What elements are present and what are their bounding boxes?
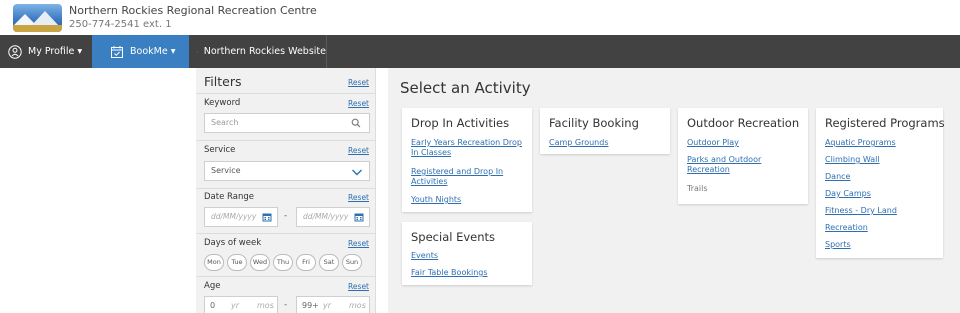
divider <box>196 93 376 94</box>
age-max-months-unit: mos <box>349 301 366 310</box>
calendar-icon[interactable] <box>354 212 364 222</box>
reset-date-range-link[interactable]: Reset <box>348 193 369 202</box>
day-toggle-sat[interactable]: Sat <box>319 254 339 271</box>
age-max-years-unit: yr <box>323 301 332 310</box>
activity-selection-area: Select an Activity Drop In Activities Ea… <box>388 68 960 313</box>
activity-link[interactable]: Events <box>411 251 438 261</box>
age-separator: - <box>284 300 288 310</box>
site-header: Northern Rockies Regional Recreation Cen… <box>0 0 960 35</box>
divider <box>196 233 376 234</box>
card-outdoor-recreation: Outdoor Recreation Outdoor Play Parks an… <box>678 108 808 204</box>
filters-title: Filters <box>204 74 242 89</box>
date-from-placeholder: dd/MM/yyyy <box>211 212 257 221</box>
activity-link[interactable]: Outdoor Play <box>687 138 739 148</box>
reset-all-link[interactable]: Reset <box>348 78 369 87</box>
activity-link[interactable]: Fitness - Dry Land <box>825 206 897 216</box>
card-title: Registered Programs <box>825 116 945 130</box>
date-to-input[interactable]: dd/MM/yyyy <box>296 207 370 227</box>
card-special-events: Special Events Events Fair Table Booking… <box>402 222 532 285</box>
keyword-label: Keyword <box>204 98 241 108</box>
activity-link[interactable]: Recreation <box>825 223 868 233</box>
page-title: Select an Activity <box>400 79 531 97</box>
divider <box>196 276 376 277</box>
activity-link[interactable]: Parks and Outdoor Recreation <box>687 155 777 175</box>
activity-link[interactable]: Early Years Recreation Drop In Classes <box>411 138 523 158</box>
divider <box>196 188 376 189</box>
reset-keyword-link[interactable]: Reset <box>348 99 369 108</box>
age-min-years-unit: yr <box>231 301 240 310</box>
date-range-label: Date Range <box>204 192 254 202</box>
person-icon <box>8 44 22 59</box>
date-from-input[interactable]: dd/MM/yyyy <box>204 207 278 227</box>
calendar-check-icon <box>111 45 123 58</box>
chevron-down-icon <box>352 169 362 176</box>
activity-link[interactable]: Dance <box>825 172 850 182</box>
card-title: Special Events <box>411 230 496 244</box>
card-title: Outdoor Recreation <box>687 116 800 130</box>
bookme-menu[interactable]: BookMe ▾ <box>92 35 189 68</box>
card-registered-programs: Registered Programs Aquatic Programs Cli… <box>816 108 945 258</box>
activity-link[interactable]: Sports <box>825 240 851 250</box>
card-drop-in-activities: Drop In Activities Early Years Recreatio… <box>402 108 532 212</box>
activity-link[interactable]: Day Camps <box>825 189 871 199</box>
day-toggle-thu[interactable]: Thu <box>273 254 293 271</box>
service-label: Service <box>204 145 236 155</box>
date-separator: - <box>284 211 288 221</box>
day-toggle-mon[interactable]: Mon <box>204 254 224 271</box>
globe-icon <box>197 51 198 52</box>
age-max-input[interactable]: 99+ yr mos <box>296 296 370 313</box>
card-title: Drop In Activities <box>411 116 510 130</box>
northern-rockies-logo[interactable] <box>13 4 62 32</box>
activity-link[interactable]: Registered and Drop In Activities <box>411 167 523 187</box>
activity-link[interactable]: Camp Grounds <box>549 138 609 148</box>
date-to-placeholder: dd/MM/yyyy <box>303 212 349 221</box>
days-of-week-label: Days of week <box>204 238 262 248</box>
service-select[interactable]: Service <box>204 161 370 181</box>
filters-panel: Filters Reset Keyword Reset Search Servi… <box>196 68 376 313</box>
day-toggle-tue[interactable]: Tue <box>227 254 247 271</box>
calendar-icon[interactable] <box>262 212 272 222</box>
age-min-months-unit: mos <box>257 301 274 310</box>
age-min-input[interactable]: 0 yr mos <box>204 296 278 313</box>
website-label: Northern Rockies Website <box>203 46 326 57</box>
search-placeholder: Search <box>211 118 239 127</box>
day-toggle-sun[interactable]: Sun <box>342 254 362 271</box>
activity-link[interactable]: Youth Nights <box>411 195 461 205</box>
day-toggle-wed[interactable]: Wed <box>250 254 270 271</box>
age-label: Age <box>204 281 221 291</box>
service-selected-value: Service <box>211 166 241 175</box>
my-profile-menu[interactable]: My Profile ▾ <box>0 35 92 68</box>
bookme-label: BookMe ▾ <box>130 46 176 57</box>
my-profile-label: My Profile ▾ <box>28 46 83 57</box>
activity-link[interactable]: Fair Table Bookings <box>411 268 488 278</box>
keyword-search-input[interactable]: Search <box>204 113 370 133</box>
search-icon[interactable] <box>351 118 361 128</box>
site-name: Northern Rockies Regional Recreation Cen… <box>69 4 317 17</box>
card-title: Facility Booking <box>549 116 639 130</box>
activity-item-text: Trails <box>687 184 708 193</box>
card-facility-booking: Facility Booking Camp Grounds <box>540 108 670 154</box>
northern-rockies-website-link[interactable]: Northern Rockies Website <box>189 35 327 68</box>
day-toggle-fri[interactable]: Fri <box>296 254 316 271</box>
age-min-years: 0 <box>210 301 216 310</box>
activity-link[interactable]: Climbing Wall <box>825 155 880 165</box>
activity-link[interactable]: Aquatic Programs <box>825 138 896 148</box>
reset-days-link[interactable]: Reset <box>348 239 369 248</box>
reset-age-link[interactable]: Reset <box>348 282 369 291</box>
age-max-years: 99+ <box>302 301 319 310</box>
main-navbar: My Profile ▾ BookMe ▾ Northern Rockies W… <box>0 35 960 68</box>
site-phone: 250-774-2541 ext. 1 <box>69 19 172 30</box>
reset-service-link[interactable]: Reset <box>348 146 369 155</box>
divider <box>196 140 376 141</box>
